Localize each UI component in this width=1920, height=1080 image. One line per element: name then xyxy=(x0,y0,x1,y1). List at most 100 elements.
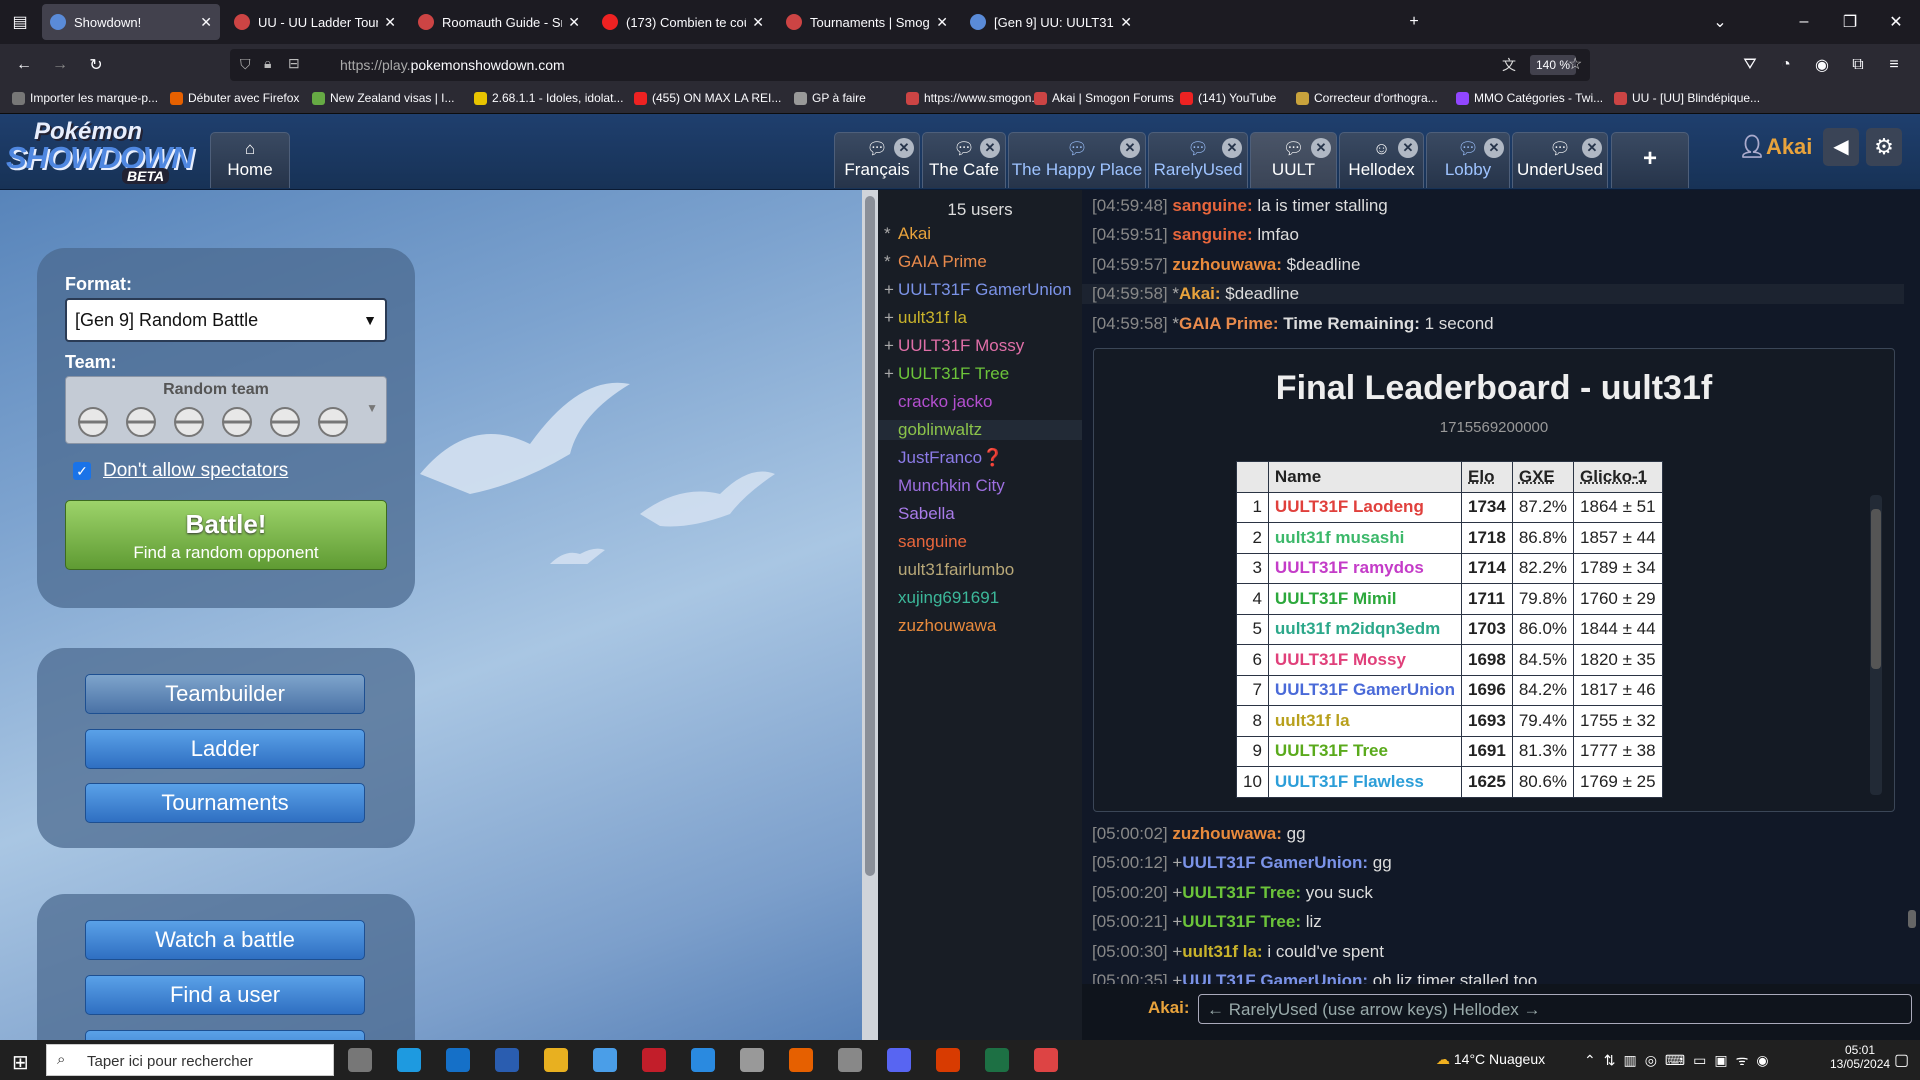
bookmark-item[interactable]: New Zealand visas | I... xyxy=(312,91,455,105)
find-user-button[interactable]: Find a user xyxy=(85,975,365,1015)
tournaments-button[interactable]: Tournaments xyxy=(85,783,365,823)
bookmark-item[interactable]: (455) ON MAX LA REI... xyxy=(634,91,781,105)
forward-icon[interactable]: → xyxy=(48,53,72,77)
bookmark-item[interactable]: 2.68.1.1 - Idoles, idolat... xyxy=(474,91,623,105)
close-room-icon[interactable]: ✕ xyxy=(1582,138,1602,158)
bookmark-item[interactable]: (141) YouTube xyxy=(1180,91,1276,105)
close-room-icon[interactable]: ✕ xyxy=(1484,138,1504,158)
room-tab[interactable]: 💬︎ UnderUsed ✕ xyxy=(1512,132,1608,188)
office-icon[interactable] xyxy=(936,1048,960,1072)
tab-close-icon[interactable]: ✕ xyxy=(384,14,396,31)
player-name-cell[interactable]: UULT31F Tree xyxy=(1267,735,1463,767)
tab-close-icon[interactable]: ✕ xyxy=(1120,14,1132,31)
media-player-icon[interactable] xyxy=(642,1048,666,1072)
permissions-icon[interactable]: ⊟ xyxy=(288,55,300,72)
room-tab[interactable]: 💬︎ RarelyUsed ✕ xyxy=(1148,132,1248,188)
user-list-item[interactable]: * GAIA Prime xyxy=(884,252,987,272)
ladder-button[interactable]: Ladder xyxy=(85,729,365,769)
leaderboard-scrollbar-thumb[interactable] xyxy=(1871,509,1881,669)
user-list-item[interactable]: + UULT31F Tree xyxy=(884,364,1009,384)
browser-tab[interactable]: Showdown! ✕ xyxy=(42,4,220,40)
file-explorer-icon[interactable] xyxy=(544,1048,568,1072)
extensions-icon[interactable]: ⧉ xyxy=(1846,53,1870,77)
account-icon[interactable]: ◉ xyxy=(1810,53,1834,77)
settings-icon[interactable] xyxy=(740,1048,764,1072)
tab-close-icon[interactable]: ✕ xyxy=(936,14,948,31)
user-list-item[interactable]: JustFranco❓ xyxy=(884,448,1003,468)
settings-gear-icon[interactable]: ⚙ xyxy=(1866,128,1902,166)
discord-icon[interactable] xyxy=(887,1048,911,1072)
player-name-cell[interactable]: uult31f m2idqn3edm xyxy=(1267,613,1463,645)
room-tab[interactable]: 💬︎ Lobby ✕ xyxy=(1426,132,1510,188)
add-room-tab[interactable]: + xyxy=(1611,132,1689,188)
menu-icon[interactable]: ≡ xyxy=(1882,53,1906,77)
maximize-icon[interactable]: ❐ xyxy=(1838,10,1862,34)
home-tab[interactable]: ⌂ Home xyxy=(210,132,290,188)
bookmark-item[interactable]: https://www.smogon.... xyxy=(906,91,1045,105)
player-name-cell[interactable]: UULT31F Mossy xyxy=(1267,644,1463,676)
user-list-item[interactable]: xujing691691 xyxy=(884,588,999,608)
room-tab[interactable]: 💬︎ Français ✕ xyxy=(834,132,920,188)
spectators-label[interactable]: Don't allow spectators xyxy=(103,460,288,482)
room-tab[interactable]: 💬︎ The Cafe ✕ xyxy=(922,132,1006,188)
room-tab[interactable]: ☺ Hellodex ✕ xyxy=(1339,132,1424,188)
user-list-item[interactable]: + UULT31F Mossy xyxy=(884,336,1024,356)
page-scrollbar[interactable] xyxy=(862,190,878,1040)
mail-icon[interactable] xyxy=(446,1048,470,1072)
user-list-item[interactable]: + UULT31F GamerUnion xyxy=(884,280,1072,300)
format-select[interactable]: [Gen 9] Random Battle ▼ xyxy=(65,298,387,342)
bookmark-item[interactable]: Importer les marque-p... xyxy=(12,91,158,105)
user-list-item[interactable]: cracko jacko xyxy=(884,392,992,412)
browser-tab[interactable]: [Gen 9] UU: UULT31F cold vs. M✕ xyxy=(962,4,1140,40)
message-username[interactable]: GAIA Prime: xyxy=(1179,314,1279,333)
showdown-logo[interactable]: Pokémon SHOWDOWN BETA xyxy=(4,118,204,186)
chat-scrollbar-thumb[interactable] xyxy=(1908,910,1916,928)
windows-start-icon[interactable]: ⊞ xyxy=(12,1050,29,1075)
vscode-icon[interactable] xyxy=(691,1048,715,1072)
room-tab[interactable]: 💬︎ The Happy Place ✕ xyxy=(1008,132,1146,188)
excel-icon[interactable] xyxy=(985,1048,1009,1072)
player-name-cell[interactable]: uult31f la xyxy=(1267,705,1463,737)
bookmark-item[interactable]: Débuter avec Firefox xyxy=(170,91,299,105)
url-bar[interactable]: ⛉ 🔒︎ ⊟ https://play.pokemonshowdown.com … xyxy=(230,49,1590,81)
player-name-cell[interactable]: uult31f musashi xyxy=(1267,522,1463,554)
leaderboard-scroll[interactable]: Name Elo GXE Glicko-1 1 UULT31F Laodeng 1734 8… xyxy=(1236,461,1736,803)
extra-button[interactable] xyxy=(85,1030,365,1040)
user-list-item[interactable]: Munchkin City xyxy=(884,476,1005,496)
page-scrollbar-thumb[interactable] xyxy=(865,196,875,876)
close-window-icon[interactable]: ✕ xyxy=(1884,10,1908,34)
message-username[interactable]: Akai: xyxy=(1179,284,1221,303)
spectators-checkbox[interactable]: ✓ xyxy=(73,462,91,480)
chat-input[interactable]: ← RarelyUsed (use arrow keys) Hellodex → xyxy=(1198,994,1912,1024)
firefox-icon[interactable] xyxy=(789,1048,813,1072)
message-username[interactable]: uult31f la: xyxy=(1182,942,1262,961)
bookmark-item[interactable]: Correcteur d'orthogra... xyxy=(1296,91,1438,105)
tab-close-icon[interactable]: ✕ xyxy=(200,14,212,31)
browser-tab[interactable]: Roomauth Guide - Smogon Un✕ xyxy=(410,4,588,40)
message-username[interactable]: UULT31F Tree: xyxy=(1182,912,1301,931)
watch-battle-button[interactable]: Watch a battle xyxy=(85,920,365,960)
battle-button[interactable]: Battle! Find a random opponent xyxy=(65,500,387,570)
player-name-cell[interactable]: UULT31F Flawless xyxy=(1267,766,1463,798)
close-room-icon[interactable]: ✕ xyxy=(1222,138,1242,158)
player-name-cell[interactable]: UULT31F Laodeng xyxy=(1267,491,1463,523)
player-name-cell[interactable]: UULT31F Mimil xyxy=(1267,583,1463,615)
message-username[interactable]: sanguine: xyxy=(1172,196,1252,215)
close-room-icon[interactable]: ✕ xyxy=(1311,138,1331,158)
user-name[interactable]: 👤︎Akai xyxy=(1738,134,1812,160)
tab-close-icon[interactable]: ✕ xyxy=(752,14,764,31)
app-icon[interactable] xyxy=(838,1048,862,1072)
user-list-item[interactable]: uult31fairlumbo xyxy=(884,560,1014,580)
tab-close-icon[interactable]: ✕ xyxy=(568,14,580,31)
tab-overflow-chevron-icon[interactable]: ⌄ xyxy=(1708,10,1732,34)
back-icon[interactable]: ← xyxy=(12,53,36,77)
bookmark-item[interactable]: GP à faire xyxy=(794,91,866,105)
teambuilder-button[interactable]: Teambuilder xyxy=(85,674,365,714)
browser-tab[interactable]: (173) Combien te coûtent les ca✕ xyxy=(594,4,772,40)
new-tab-icon[interactable]: + xyxy=(1402,10,1426,34)
bookmark-item[interactable]: UU - [UU] Blindépique... xyxy=(1614,91,1760,105)
room-tab[interactable]: 💬︎ UULT ✕ xyxy=(1250,132,1337,188)
system-tray-icons[interactable]: ⌃⇅▥◎⌨▭▣ᯤ◉ xyxy=(1584,1051,1777,1070)
tab-list-icon[interactable]: ▤ xyxy=(8,10,32,34)
shield-icon[interactable]: ⛉ xyxy=(240,56,251,73)
